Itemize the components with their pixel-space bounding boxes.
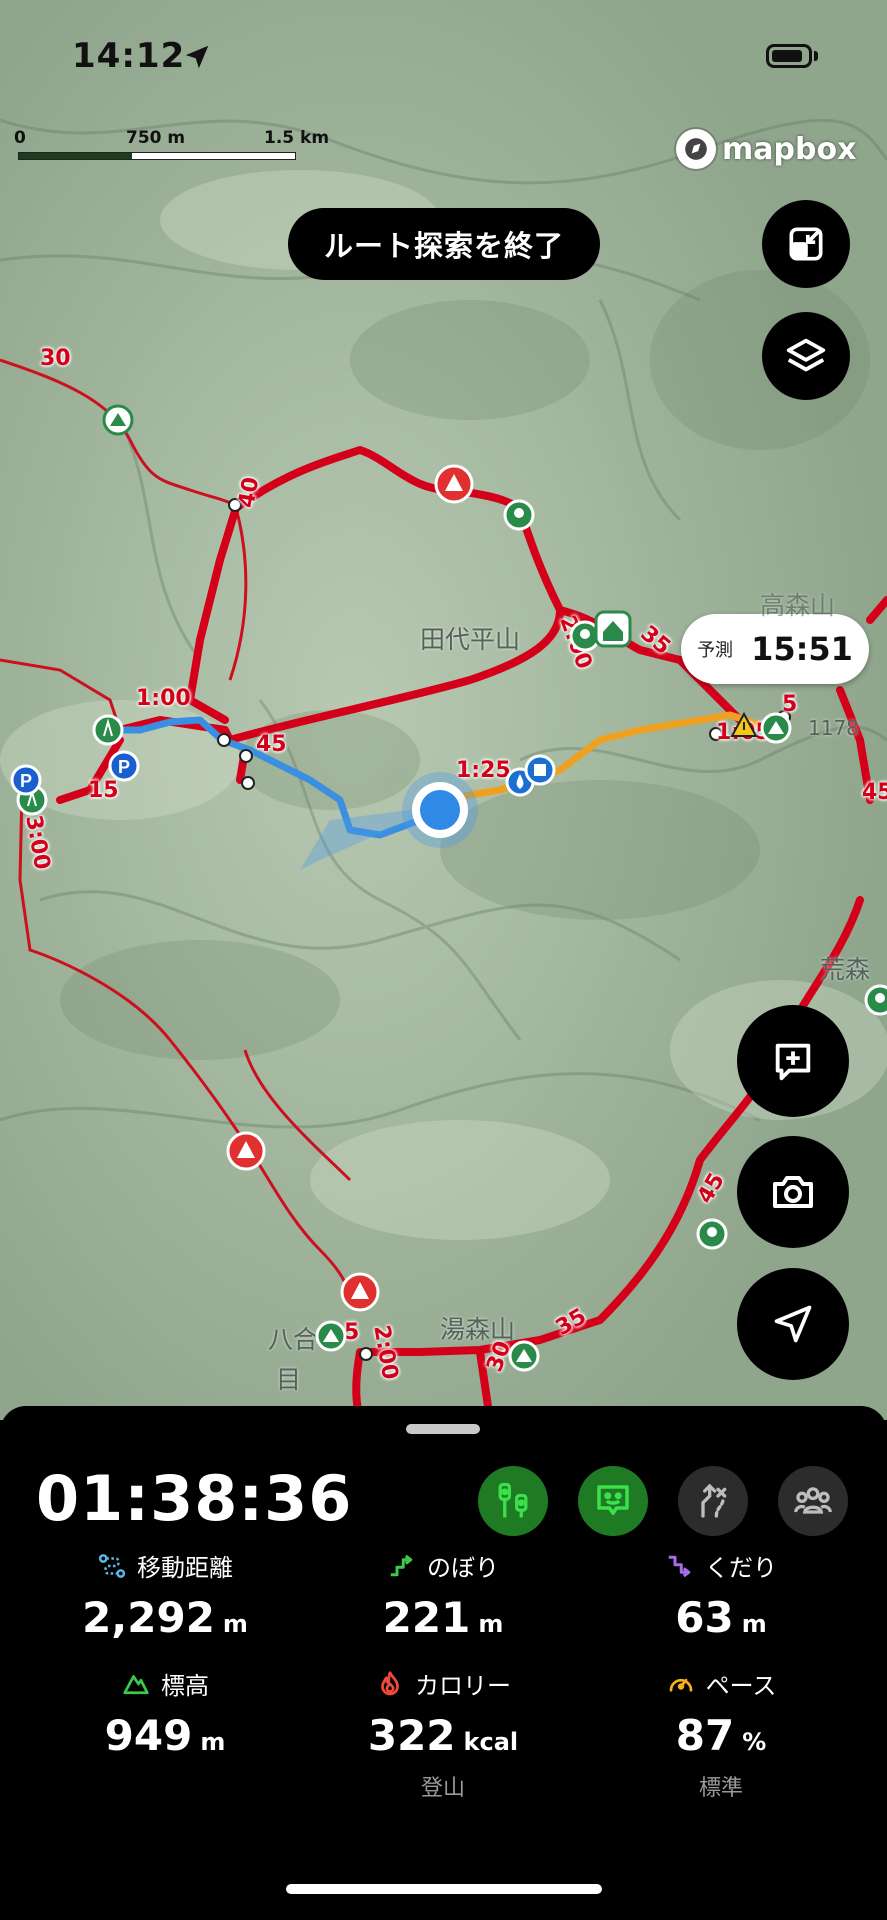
mountain-peak-icon <box>102 404 134 436</box>
chip-route-button[interactable] <box>678 1466 748 1536</box>
stat-elevation: 標高 949 m <box>20 1666 310 1760</box>
stat-ascent-unit: m <box>478 1610 504 1638</box>
stat-calories-unit: kcal <box>463 1728 519 1756</box>
stat-pace-sub: 標準 <box>698 1776 743 1801</box>
stat-elevation-label: 標高 <box>161 1672 209 1700</box>
hut-icon <box>594 610 632 648</box>
course-markers-icon <box>498 1482 528 1518</box>
smile-chat-icon <box>597 1485 629 1515</box>
activity-panel: 01:38:36 移動距離 2,292m のぼり 221m くだり 63m <box>0 1406 887 1920</box>
plant-icon <box>864 984 887 1016</box>
stat-ascent-label: のぼり <box>427 1554 499 1582</box>
descent-icon <box>668 1555 691 1577</box>
stat-descent-unit: m <box>741 1610 767 1638</box>
stat-ascent: のぼり 221 m <box>298 1548 588 1642</box>
stat-descent: くだり 63 m <box>576 1548 866 1642</box>
add-comment-icon <box>775 1043 811 1081</box>
elapsed-time: 01:38:36 <box>36 1462 353 1535</box>
elevation-mountain-icon <box>123 1674 149 1694</box>
parking-icon: P <box>108 750 140 782</box>
stat-calories-value: 322 <box>367 1711 456 1760</box>
ascent-icon <box>390 1554 413 1576</box>
stat-pace-unit: % <box>742 1728 767 1756</box>
group-icon <box>793 1487 833 1514</box>
current-location-marker <box>402 772 478 848</box>
navigation-arrow-icon <box>774 1305 812 1343</box>
trailhead-icon <box>92 714 124 746</box>
svg-text:P: P <box>118 757 130 777</box>
plant-icon <box>503 499 535 531</box>
stat-elevation-unit: m <box>200 1728 226 1756</box>
flame-icon <box>381 1670 399 1695</box>
stat-pace: ペース 87% 標準 <box>576 1666 866 1802</box>
stat-distance-label: 移動距離 <box>137 1554 233 1582</box>
chip-course-button[interactable] <box>478 1466 548 1536</box>
chip-group-button[interactable] <box>778 1466 848 1536</box>
stat-elevation-value: 949 <box>104 1711 193 1760</box>
route-split-icon <box>701 1483 727 1518</box>
hazard-icon <box>434 464 474 504</box>
stat-descent-value: 63 <box>675 1593 734 1642</box>
home-indicator[interactable] <box>286 1884 602 1894</box>
hazard-icon <box>226 1131 266 1171</box>
warning-icon <box>730 711 758 737</box>
stat-distance-unit: m <box>222 1610 248 1638</box>
distance-icon <box>98 1553 126 1578</box>
hazard-icon <box>340 1272 380 1312</box>
camera-button[interactable] <box>737 1136 849 1248</box>
stat-calories-label: カロリー <box>415 1672 511 1700</box>
svg-text:P: P <box>20 771 32 791</box>
parking-icon: P <box>10 764 42 796</box>
stat-ascent-value: 221 <box>382 1593 471 1642</box>
stat-pace-value: 87 <box>675 1711 735 1760</box>
stat-calories-sub: 登山 <box>420 1776 465 1801</box>
stat-distance: 移動距離 2,292 m <box>20 1548 310 1642</box>
panel-drag-handle[interactable] <box>406 1424 480 1434</box>
mountain-peak-icon <box>315 1320 347 1352</box>
add-memo-button[interactable] <box>737 1005 849 1117</box>
plant-icon <box>696 1218 728 1250</box>
mountain-peak-icon <box>508 1340 540 1372</box>
camera-icon <box>773 1176 813 1208</box>
locate-me-button[interactable] <box>737 1268 849 1380</box>
gauge-icon <box>669 1678 692 1692</box>
toilet-icon <box>524 754 556 786</box>
stat-calories: カロリー 322 kcal 登山 <box>298 1666 588 1802</box>
stat-distance-value: 2,292 <box>82 1593 215 1642</box>
map-view[interactable]: 14:12 0 750 m 1.5 km mapbox ルート探索を終了 予測 … <box>0 0 887 1420</box>
mountain-peak-icon <box>760 712 792 744</box>
chip-comment-button[interactable] <box>578 1466 648 1536</box>
stat-pace-label: ペース <box>705 1672 777 1700</box>
stat-descent-label: くだり <box>705 1554 777 1582</box>
